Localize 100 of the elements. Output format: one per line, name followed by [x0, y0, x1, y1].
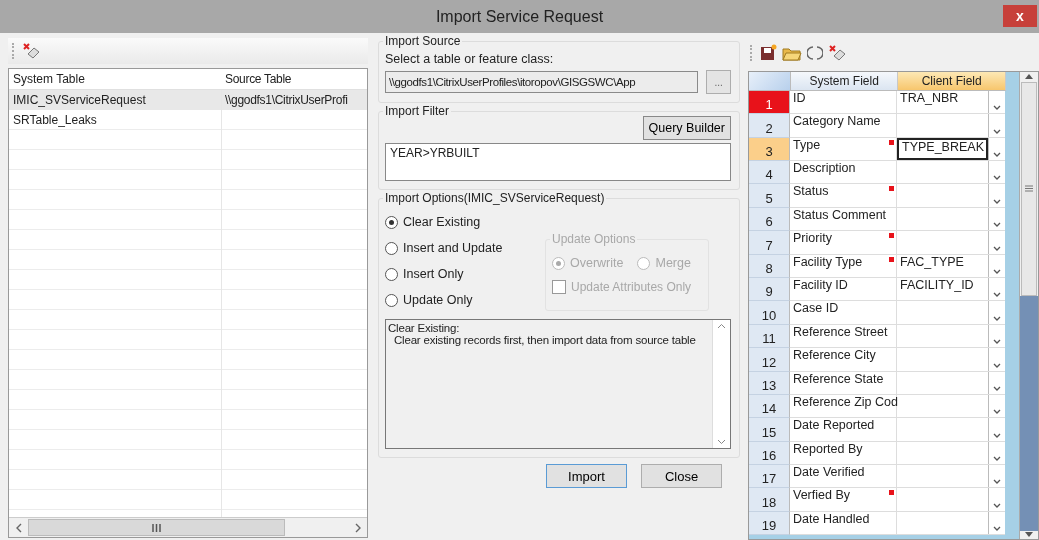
down-arrow-icon[interactable]	[1024, 531, 1034, 539]
row-number: 16	[749, 441, 790, 466]
table-cell: Date Verified	[790, 465, 897, 489]
row-number: 7	[749, 231, 790, 255]
filter-field[interactable]: YEAR>YRBUILT	[385, 143, 731, 181]
row-number: 1	[749, 90, 790, 115]
table-cell: Type	[790, 137, 897, 161]
client-field-dropdown[interactable]	[897, 394, 1005, 419]
table-cell: Facility Type	[790, 254, 897, 278]
table-row[interactable]: IMIC_SVServiceRequest \\ggodfs1\CitrixUserProfi	[9, 90, 367, 110]
row-number: 14	[749, 394, 790, 419]
table-row[interactable]: SRTable_Leaks	[9, 110, 367, 130]
save-icon[interactable]	[759, 43, 777, 62]
clear-icon[interactable]	[828, 43, 846, 62]
column-header: Client Field	[898, 71, 1006, 91]
client-field-dropdown[interactable]	[897, 465, 1005, 489]
client-field-dropdown[interactable]	[897, 301, 1005, 325]
table-cell: Category Name	[790, 114, 897, 138]
radio-button[interactable]	[385, 267, 398, 281]
row-number: 17	[749, 465, 790, 489]
table-cell: Status	[790, 184, 897, 208]
table-cell: Reported By	[790, 441, 897, 466]
description-text: Clear Existing: Clear existing records first, then import data from source table	[387, 321, 697, 348]
radio-button[interactable]	[385, 293, 398, 307]
checkbox-option: Update Attributes Only	[552, 276, 702, 298]
row-number: 13	[749, 371, 790, 395]
group-title: Update Options	[550, 232, 638, 246]
dialog-button[interactable]: Import	[546, 464, 627, 488]
client-field-dropdown[interactable]	[897, 231, 1005, 255]
client-field-dropdown[interactable]	[897, 371, 1005, 395]
row-number: 18	[749, 488, 790, 512]
client-field-dropdown[interactable]	[897, 511, 1005, 536]
table-cell-text: \\ggodfs1\CitrixUserProfi	[224, 93, 349, 107]
radio-button[interactable]	[385, 241, 398, 255]
client-field-dropdown[interactable]	[897, 348, 1005, 372]
radio-option: Merge	[637, 250, 691, 276]
table-cell: Case ID	[790, 301, 897, 325]
row-number: 3	[749, 137, 790, 161]
client-field-dropdown[interactable]	[897, 207, 1005, 232]
row-number: 11	[749, 324, 790, 349]
client-field-dropdown[interactable]: FACILITY_ID	[897, 277, 1005, 302]
column-header: System Table	[12, 72, 86, 86]
client-field-dropdown[interactable]	[897, 161, 1005, 185]
table-cell: Status Comment	[790, 207, 897, 232]
table-cell: ID	[790, 90, 897, 115]
row-number: 19	[749, 511, 790, 536]
row-number: 10	[749, 301, 790, 325]
client-field-dropdown[interactable]	[897, 441, 1005, 466]
row-number: 15	[749, 418, 790, 442]
row-number: 6	[749, 207, 790, 232]
field-label: Select a table or feature class:	[385, 52, 555, 66]
row-number: 9	[749, 277, 790, 302]
column-header: System Field	[790, 71, 899, 91]
radio-option[interactable]: Clear Existing	[385, 209, 545, 235]
table-cell: Verfied By	[790, 488, 897, 512]
table-cell: Reference City	[790, 348, 897, 372]
row-number: 2	[749, 114, 790, 138]
table-cell: Facility ID	[790, 277, 897, 302]
client-field-dropdown[interactable]	[897, 324, 1005, 349]
column-header: Source Table	[224, 72, 293, 86]
client-field-dropdown[interactable]: FAC_TYPE	[897, 254, 1005, 278]
grip-icon	[152, 523, 161, 532]
radio-option[interactable]: Insert and Update	[385, 235, 545, 261]
table-cell: Priority	[790, 231, 897, 255]
client-field-dropdown[interactable]	[897, 184, 1005, 208]
dialog-button[interactable]: Close	[641, 464, 722, 488]
client-field-dropdown[interactable]	[897, 114, 1005, 138]
table-cell-text: SRTable_Leaks	[12, 113, 98, 127]
window-close-button[interactable]: x	[1003, 5, 1037, 27]
clear-icon[interactable]	[22, 42, 40, 60]
radio-button[interactable]	[385, 215, 398, 229]
row-number: 12	[749, 348, 790, 372]
row-number: 5	[749, 184, 790, 208]
table-cell: Date Reported	[790, 418, 897, 442]
table-cell-text: IMIC_SVServiceRequest	[12, 93, 147, 107]
table-cell: Reference Street	[790, 324, 897, 349]
window-title: Import Service Request	[435, 7, 604, 26]
group-title: Import Source	[383, 34, 463, 48]
refresh-icon[interactable]	[807, 43, 823, 62]
radio-option[interactable]: Insert Only	[385, 261, 545, 287]
client-field-dropdown[interactable]	[897, 488, 1005, 512]
row-number: 4	[749, 161, 790, 185]
group-title: Import Filter	[383, 104, 451, 118]
horizontal-scrollbar[interactable]	[9, 517, 367, 537]
client-field-dropdown[interactable]: TYPE_BREAK	[897, 137, 1005, 161]
client-field-dropdown[interactable]: TRA_NBR	[897, 90, 1005, 115]
vertical-scrollbar[interactable]	[1019, 71, 1038, 539]
table-cell: Date Handled	[790, 511, 897, 536]
table-cell: Reference State	[790, 371, 897, 395]
table-cell: Reference Zip Cod	[790, 394, 897, 419]
query-builder-button[interactable]: Query Builder	[642, 116, 731, 140]
radio-option: Overwrite	[552, 250, 624, 276]
grip-icon	[1025, 185, 1033, 193]
row-number: 8	[749, 254, 790, 278]
table-cell: Description	[790, 161, 897, 185]
radio-option[interactable]: Update Only	[385, 287, 545, 313]
client-field-dropdown[interactable]	[897, 418, 1005, 442]
browse-button[interactable]: ...	[706, 70, 731, 94]
source-path-field[interactable]: \\ggodfs1\CitrixUserProfiles\itoropov\GISGSWC\App	[385, 71, 699, 93]
group-title: Import Options(IMIC_SVServiceRequest)	[383, 191, 607, 205]
